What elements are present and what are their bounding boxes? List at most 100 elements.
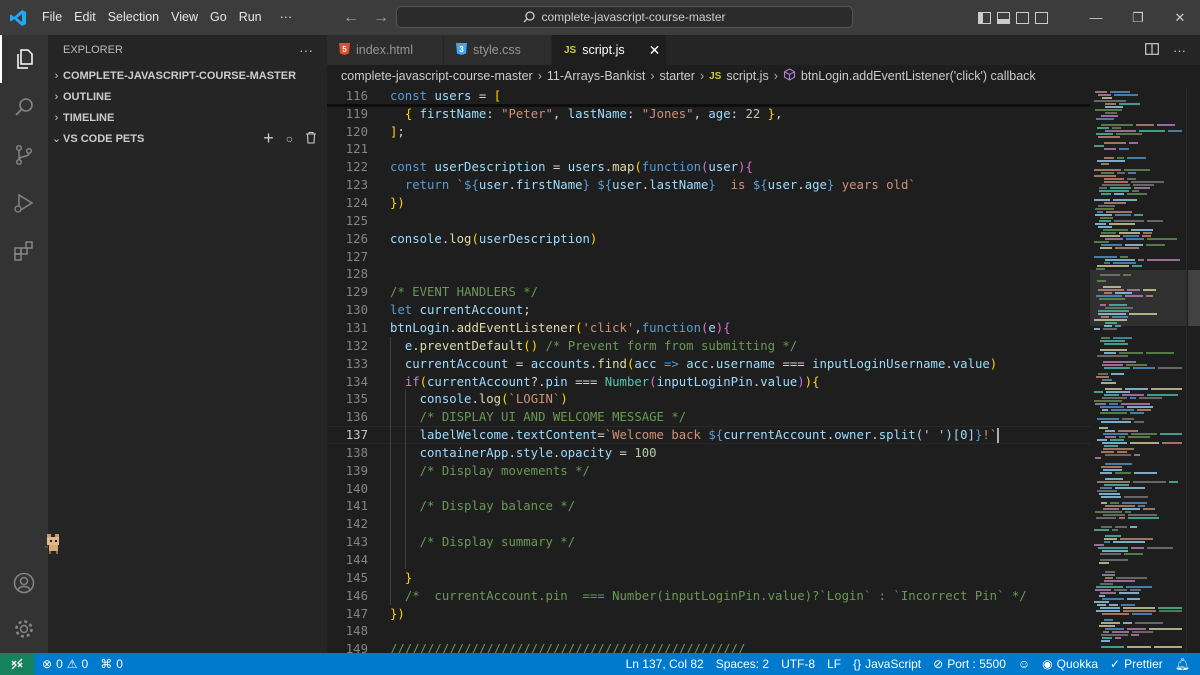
search-view-icon[interactable] (0, 83, 48, 131)
code-line[interactable]: 120]; (327, 123, 1090, 141)
close-window-icon[interactable]: ✕ (1159, 10, 1200, 26)
more-actions-button[interactable]: ··· (1173, 43, 1186, 58)
code-line[interactable]: 119 { firstName: "Peter", lastName: "Jon… (327, 105, 1090, 123)
restore-icon[interactable]: ❐ (1117, 10, 1159, 26)
code-line[interactable]: 126 console.log(userDescription) (327, 230, 1090, 248)
menu-selection[interactable]: Selection (102, 0, 165, 35)
split-editor-icon[interactable] (1145, 42, 1159, 58)
explorer-icon[interactable] (0, 35, 48, 83)
encoding[interactable]: UTF-8 (775, 657, 821, 671)
section-vscode-pets[interactable]: ⌄ VS CODE PETS + ○ (48, 128, 327, 149)
code-line[interactable]: 131 btnLogin.addEventListener('click',fun… (327, 319, 1090, 337)
code-editor[interactable]: 116 const users = [119 { firstName: "Pete… (327, 87, 1090, 653)
feedback-icon[interactable]: ☺ (1012, 657, 1036, 671)
back-arrow-icon[interactable]: ← (343, 9, 359, 27)
remote-indicator-icon[interactable] (0, 653, 34, 675)
code-line[interactable]: 122 const userDescription = users.map(fun… (327, 158, 1090, 176)
minimize-icon[interactable]: — (1075, 10, 1117, 25)
code-line[interactable]: 148 (327, 623, 1090, 641)
ports-indicator[interactable]: ⌘ 0 (94, 657, 129, 671)
code-line[interactable]: 128 (327, 266, 1090, 284)
trash-icon[interactable] (305, 131, 317, 147)
minimap-line (1133, 481, 1166, 483)
notifications-bell-icon[interactable]: 🔔︎ (1169, 657, 1200, 671)
code-line[interactable]: 140 (327, 480, 1090, 498)
js-file-icon: JS (709, 70, 722, 82)
customize-layout-icon[interactable] (1035, 11, 1048, 24)
code-line[interactable]: 137 labelWelcome.textContent=`Welcome ba… (327, 426, 1090, 444)
accounts-icon[interactable] (0, 559, 48, 607)
indentation[interactable]: Spaces: 2 (710, 657, 775, 671)
menu-more[interactable]: ··· (274, 0, 299, 35)
code-line[interactable]: 139 /* Display movements */ (327, 462, 1090, 480)
sidebar-more-button[interactable]: ··· (299, 42, 313, 58)
live-server-port[interactable]: ⊘ Port : 5500 (927, 657, 1012, 671)
toggle-panel-icon[interactable] (997, 11, 1010, 24)
menu-run[interactable]: Run (233, 0, 268, 35)
tab-index-html[interactable]: 5 index.html (327, 35, 444, 65)
tab-style-css[interactable]: 3 style.css (444, 35, 552, 65)
extensions-icon[interactable] (0, 227, 48, 275)
code-line[interactable]: 124}) (327, 194, 1090, 212)
code-line[interactable]: 142 (327, 515, 1090, 533)
section-project[interactable]: › COMPLETE-JAVASCRIPT-COURSE-MASTER (48, 65, 327, 86)
code-line[interactable]: 116 const users = [ (327, 87, 1090, 105)
vertical-scrollbar[interactable] (1186, 87, 1200, 653)
code-line[interactable]: 132 e.preventDefault() /* Prevent form f… (327, 337, 1090, 355)
toggle-primary-sidebar-icon[interactable] (978, 11, 991, 24)
code-line[interactable]: 133 currentAccount = accounts.find(acc =… (327, 355, 1090, 373)
breadcrumb-file[interactable]: script.js (726, 69, 768, 83)
code-line[interactable]: 123 return `${user.firstName} ${user.las… (327, 176, 1090, 194)
quokka-status[interactable]: ◉ Quokka (1036, 657, 1104, 671)
breadcrumb-item[interactable]: 11-Arrays-Bankist (547, 69, 645, 83)
problems-indicator[interactable]: ⊗ 0 ⚠ 0 (34, 657, 94, 671)
code-line[interactable]: 135 console.log(`LOGIN`) (327, 390, 1090, 408)
forward-arrow-icon[interactable]: → (373, 9, 389, 27)
minimap-line (1098, 373, 1108, 375)
section-timeline[interactable]: › TIMELINE (48, 107, 327, 128)
code-line[interactable]: 138 containerApp.style.opacity = 100 (327, 444, 1090, 462)
tab-script-js[interactable]: JS script.js ✕ (552, 35, 667, 65)
add-pet-icon[interactable]: + (263, 128, 274, 149)
language-mode[interactable]: {} JavaScript (847, 657, 927, 671)
throw-ball-icon[interactable]: ○ (286, 132, 293, 146)
minimap-line (1136, 124, 1154, 126)
menu-view[interactable]: View (165, 0, 204, 35)
source-control-icon[interactable] (0, 131, 48, 179)
breadcrumb-item[interactable]: starter (660, 69, 695, 83)
code-line[interactable]: 143 /* Display summary */ (327, 533, 1090, 551)
code-line[interactable]: 136 /* DISPLAY UI AND WELCOME MESSAGE */ (327, 408, 1090, 426)
code-line[interactable]: 125 (327, 212, 1090, 230)
code-line[interactable]: 134 if(currentAccount?.pin === Number(in… (327, 373, 1090, 391)
command-center-search[interactable]: complete-javascript-course-master (396, 6, 853, 28)
settings-gear-icon[interactable] (0, 605, 48, 653)
code-line[interactable]: 149 /////////////////////////////////////… (327, 640, 1090, 653)
breadcrumb-item[interactable]: complete-javascript-course-master (341, 69, 533, 83)
code-line[interactable]: 147}) (327, 605, 1090, 623)
menu-file[interactable]: File (36, 0, 68, 35)
close-tab-icon[interactable]: ✕ (649, 42, 661, 59)
vscode-logo-icon (0, 0, 36, 35)
toggle-secondary-sidebar-icon[interactable] (1016, 11, 1029, 24)
code-line[interactable]: 130 let currentAccount; (327, 301, 1090, 319)
pet-dog-icon[interactable] (44, 532, 62, 554)
menu-go[interactable]: Go (204, 0, 233, 35)
breadcrumb-symbol[interactable]: btnLogin.addEventListener('click') callb… (801, 69, 1036, 83)
prettier-status[interactable]: ✓ Prettier (1104, 657, 1169, 671)
minimap-line (1101, 163, 1109, 165)
code-line[interactable]: 141 /* Display balance */ (327, 498, 1090, 516)
end-of-line[interactable]: LF (821, 657, 847, 671)
scrollbar-thumb[interactable] (1188, 270, 1200, 326)
code-line[interactable]: 121 (327, 141, 1090, 159)
section-outline[interactable]: › OUTLINE (48, 86, 327, 107)
run-debug-icon[interactable] (0, 179, 48, 227)
code-line[interactable]: 145 } (327, 569, 1090, 587)
minimap[interactable] (1090, 87, 1186, 653)
cursor-position[interactable]: Ln 137, Col 82 (620, 657, 710, 671)
code-line[interactable]: 146 /* currentAccount.pin === Number(inp… (327, 587, 1090, 605)
menu-edit[interactable]: Edit (68, 0, 102, 35)
code-line[interactable]: 129 /* EVENT HANDLERS */ (327, 283, 1090, 301)
code-line[interactable]: 127 (327, 248, 1090, 266)
code-line[interactable]: 144 (327, 551, 1090, 569)
minimap-line (1101, 232, 1116, 234)
